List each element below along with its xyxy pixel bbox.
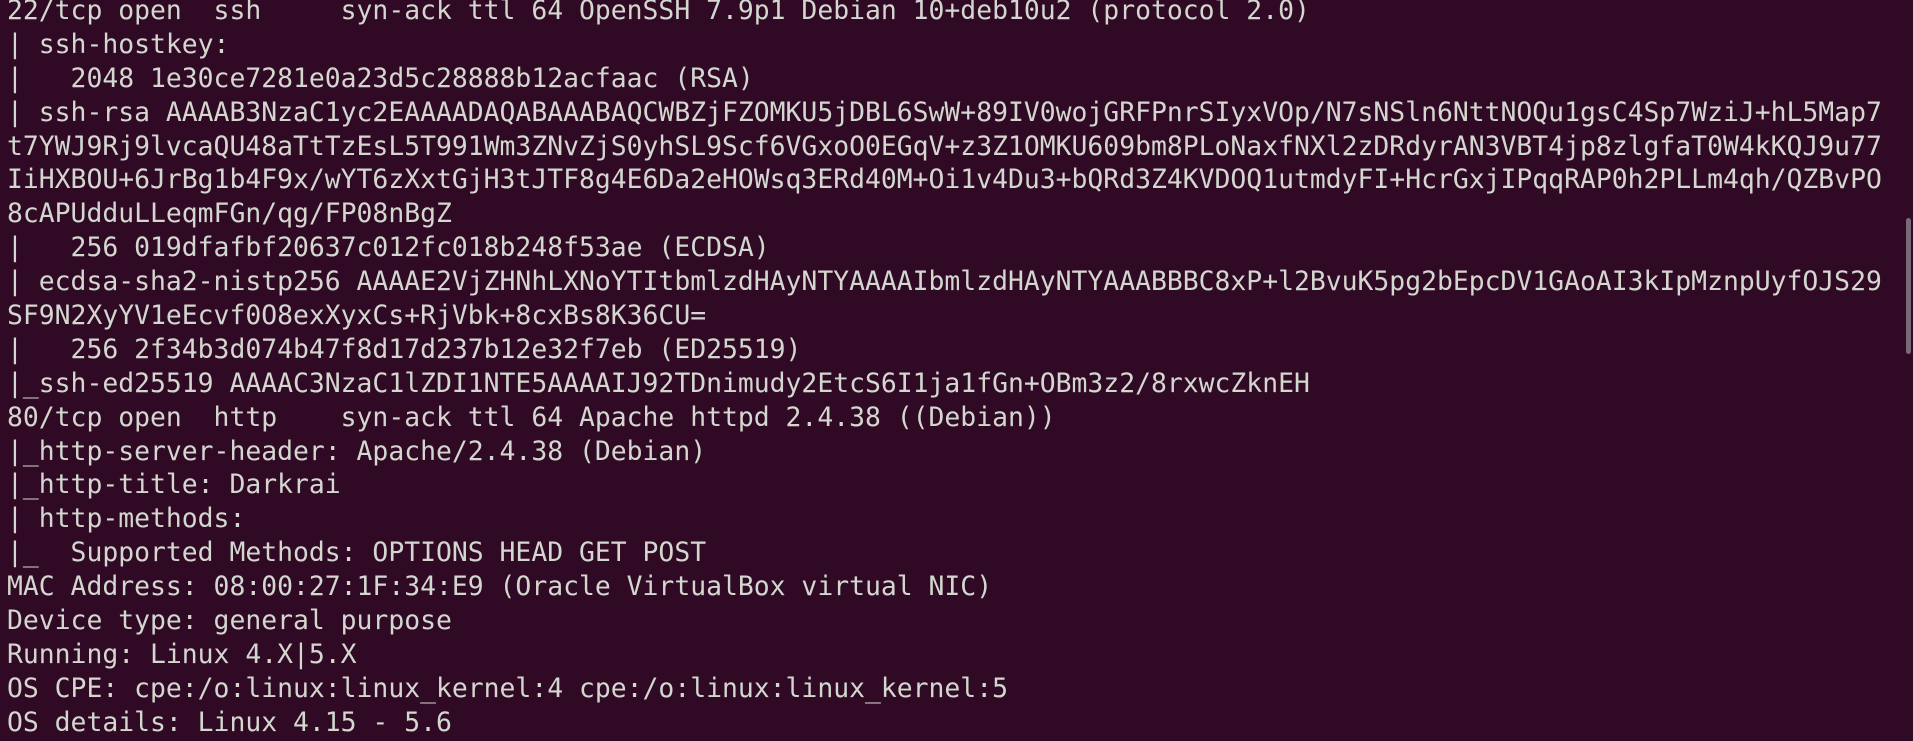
terminal-line: |_http-server-header: Apache/2.4.38 (Deb…: [7, 435, 707, 467]
terminal-window[interactable]: 22/tcp open ssh syn-ack ttl 64 OpenSSH 7…: [0, 0, 1913, 741]
terminal-line: OS CPE: cpe:/o:linux:linux_kernel:4 cpe:…: [7, 672, 1008, 704]
terminal-output[interactable]: 22/tcp open ssh syn-ack ttl 64 OpenSSH 7…: [7, 0, 1897, 740]
terminal-line: |_ Supported Methods: OPTIONS HEAD GET P…: [7, 537, 707, 569]
terminal-line: |_ssh-ed25519 AAAAC3NzaC1lZDI1NTE5AAAAIJ…: [7, 367, 1310, 399]
terminal-line: | 256 019dfafbf20637c012fc018b248f53ae (…: [7, 232, 770, 264]
terminal-line: | 256 2f34b3d074b47f8d17d237b12e32f7eb (…: [7, 333, 802, 365]
terminal-line: OS details: Linux 4.15 - 5.6: [7, 706, 452, 738]
terminal-line: t7YWJ9Rj9lvcaQU48aTtTzEsL5T991Wm3ZNvZjS0…: [7, 130, 1882, 162]
terminal-line: 22/tcp open ssh syn-ack ttl 64 OpenSSH 7…: [7, 0, 1310, 26]
terminal-line: | http-methods:: [7, 503, 246, 535]
terminal-line: | 2048 1e30ce7281e0a23d5c28888b12acfaac …: [7, 62, 754, 94]
terminal-line: SF9N2XyYV1eEcvf0O8exXyxCs+RjVbk+8cxBs8K3…: [7, 300, 707, 332]
scrollbar-thumb[interactable]: [1906, 218, 1911, 354]
terminal-line: |_http-title: Darkrai: [7, 469, 341, 501]
terminal-line: Running: Linux 4.X|5.X: [7, 638, 357, 670]
terminal-line: Device type: general purpose: [7, 605, 452, 637]
terminal-line: | ssh-hostkey:: [7, 28, 230, 60]
terminal-line: 8cAPUdduLLeqmFGn/qg/FP08nBgZ: [7, 198, 452, 230]
terminal-scrollbar[interactable]: [1903, 0, 1913, 741]
terminal-line: 80/tcp open http syn-ack ttl 64 Apache h…: [7, 401, 1056, 433]
terminal-line: IiHXBOU+6JrBg1b4F9x/wYT6zXxtGjH3tJTF8g4E…: [7, 164, 1882, 196]
terminal-line: | ecdsa-sha2-nistp256 AAAAE2VjZHNhLXNoYT…: [7, 266, 1882, 298]
terminal-line: MAC Address: 08:00:27:1F:34:E9 (Oracle V…: [7, 571, 993, 603]
terminal-line: | ssh-rsa AAAAB3NzaC1yc2EAAAADAQABAAABAQ…: [7, 96, 1882, 128]
